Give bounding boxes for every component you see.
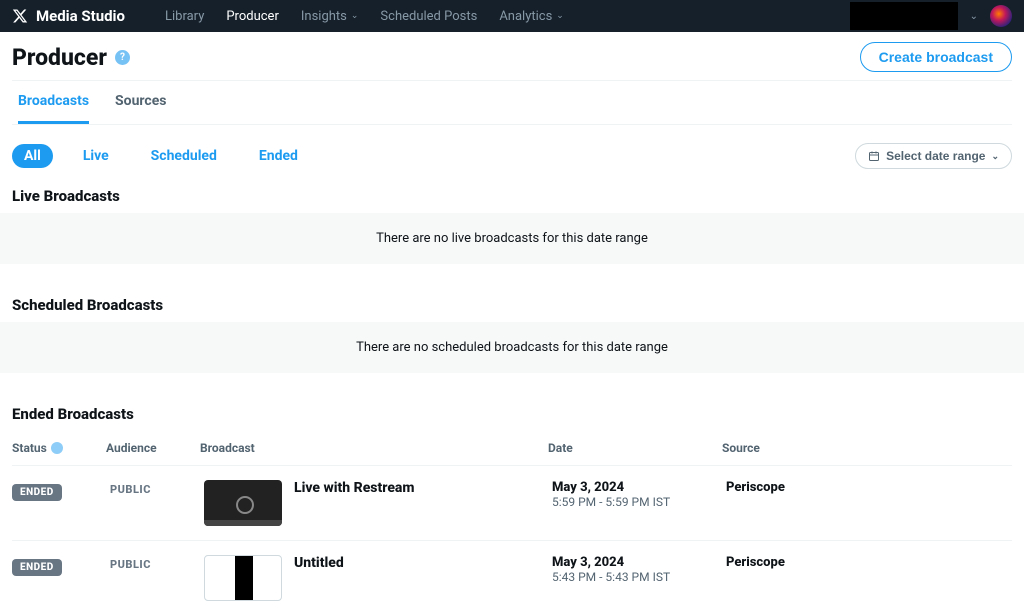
status-filters: All Live Scheduled Ended	[12, 144, 310, 168]
chevron-down-icon: ⌄	[556, 11, 564, 21]
broadcast-date: May 3, 2024	[552, 555, 726, 570]
live-section-title: Live Broadcasts	[2, 187, 1012, 205]
main-nav: Library Producer Insights ⌄ Scheduled Po…	[165, 9, 850, 24]
col-audience[interactable]: Audience	[106, 441, 200, 455]
col-broadcast[interactable]: Broadcast	[200, 441, 548, 455]
date-range-button[interactable]: Select date range ⌄	[855, 143, 1012, 169]
nav-analytics[interactable]: Analytics ⌄	[499, 9, 564, 24]
broadcast-time: 5:43 PM - 5:43 PM IST	[552, 570, 726, 584]
filter-scheduled[interactable]: Scheduled	[139, 144, 229, 168]
ended-section-title: Ended Broadcasts	[2, 405, 1012, 423]
nav-insights[interactable]: Insights ⌄	[301, 9, 359, 24]
table-row[interactable]: ENDED PUBLIC Untitled May 3, 2024 5:43 P…	[12, 541, 1012, 615]
broadcast-source: Periscope	[726, 555, 900, 570]
account-dropdown[interactable]: ⌄	[970, 11, 978, 22]
audience-text: PUBLIC	[110, 555, 204, 571]
broadcast-thumbnail[interactable]	[204, 555, 282, 601]
x-logo-icon	[12, 8, 28, 24]
audience-text: PUBLIC	[110, 480, 204, 496]
filter-live[interactable]: Live	[71, 144, 121, 168]
content-tabs: Broadcasts Sources	[12, 80, 1012, 125]
filter-ended[interactable]: Ended	[247, 144, 310, 168]
calendar-icon	[868, 150, 880, 162]
col-date[interactable]: Date	[548, 441, 722, 455]
help-icon[interactable]: ?	[115, 50, 130, 65]
create-broadcast-button[interactable]: Create broadcast	[860, 42, 1012, 72]
page-title: Producer	[12, 44, 107, 71]
top-nav: Media Studio Library Producer Insights ⌄…	[0, 0, 1024, 32]
broadcast-source: Periscope	[726, 480, 900, 495]
avatar[interactable]	[990, 5, 1012, 27]
tab-sources[interactable]: Sources	[115, 81, 166, 124]
broadcast-title[interactable]: Untitled	[294, 555, 344, 601]
filter-row: All Live Scheduled Ended Select date ran…	[12, 125, 1012, 179]
live-empty-state: There are no live broadcasts for this da…	[0, 213, 1024, 264]
tab-broadcasts[interactable]: Broadcasts	[18, 81, 89, 124]
broadcast-title[interactable]: Live with Restream	[294, 480, 415, 526]
sort-help-icon	[51, 442, 63, 454]
scheduled-empty-state: There are no scheduled broadcasts for th…	[0, 322, 1024, 373]
table-header: Status Audience Broadcast Date Source	[12, 431, 1012, 466]
account-switcher[interactable]	[850, 2, 958, 30]
chevron-down-icon: ⌄	[351, 11, 359, 21]
page-body: Producer ? Create broadcast Broadcasts S…	[0, 32, 1024, 615]
status-badge: ENDED	[12, 559, 62, 576]
brand[interactable]: Media Studio	[12, 7, 125, 25]
broadcast-time: 5:59 PM - 5:59 PM IST	[552, 495, 726, 509]
col-status[interactable]: Status	[12, 441, 106, 455]
status-badge: ENDED	[12, 484, 62, 501]
nav-scheduled-posts[interactable]: Scheduled Posts	[380, 9, 477, 24]
broadcast-thumbnail[interactable]	[204, 480, 282, 526]
top-right: ⌄	[850, 2, 1012, 30]
filter-all[interactable]: All	[12, 144, 53, 168]
brand-text: Media Studio	[36, 7, 125, 25]
nav-library[interactable]: Library	[165, 9, 204, 24]
chevron-down-icon: ⌄	[991, 151, 999, 162]
table-row[interactable]: ENDED PUBLIC Live with Restream May 3, 2…	[12, 466, 1012, 541]
broadcast-date: May 3, 2024	[552, 480, 726, 495]
page-header: Producer ? Create broadcast	[12, 42, 1012, 80]
scheduled-section-title: Scheduled Broadcasts	[2, 296, 1012, 314]
nav-producer[interactable]: Producer	[226, 9, 279, 24]
col-source[interactable]: Source	[722, 441, 896, 455]
